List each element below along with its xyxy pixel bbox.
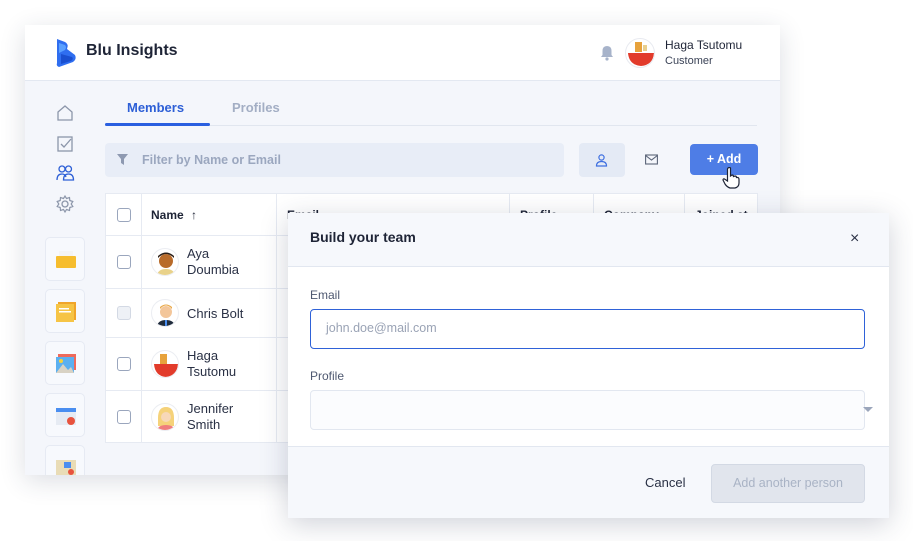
- brand-name: Blu Insights: [86, 42, 178, 59]
- avatar: [151, 350, 179, 378]
- person-icon: [595, 154, 608, 167]
- tab-profiles[interactable]: Profiles: [232, 100, 280, 115]
- mail-icon: [645, 154, 658, 165]
- cancel-button[interactable]: Cancel: [645, 475, 685, 490]
- sort-ascending-icon: ↑: [191, 208, 198, 222]
- bell-icon[interactable]: [600, 45, 614, 61]
- profile-label: Profile: [310, 369, 345, 383]
- avatar: [151, 248, 179, 276]
- row-checkbox[interactable]: [117, 410, 131, 424]
- mail-view-button[interactable]: [629, 143, 675, 177]
- row-checkbox: [117, 306, 131, 320]
- hand-cursor-icon: [722, 167, 740, 189]
- gear-icon[interactable]: [55, 194, 75, 214]
- notes-app-tile[interactable]: [45, 289, 85, 333]
- tab-members[interactable]: Members: [127, 100, 184, 115]
- email-field[interactable]: john.doe@mail.com: [310, 309, 865, 349]
- close-icon[interactable]: ×: [850, 230, 859, 248]
- add-another-person-button[interactable]: Add another person: [711, 464, 865, 503]
- filter-input[interactable]: Filter by Name or Email: [105, 143, 564, 177]
- member-name: Haga Tsutomu: [187, 348, 237, 379]
- users-icon[interactable]: [55, 163, 75, 183]
- row-checkbox[interactable]: [117, 357, 131, 371]
- calendar-app-tile[interactable]: [45, 393, 85, 437]
- avatar: [151, 403, 179, 431]
- modal-title: Build your team: [310, 229, 416, 245]
- calendar-icon: [56, 408, 76, 425]
- modal-footer: Cancel Add another person: [288, 446, 889, 518]
- column-header-name[interactable]: Name ↑: [151, 194, 197, 235]
- filter-placeholder: Filter by Name or Email: [142, 153, 281, 167]
- gallery-icon: [56, 354, 76, 373]
- member-name: Chris Bolt: [187, 306, 244, 321]
- folder-app-tile[interactable]: [45, 237, 85, 281]
- active-tab-indicator: [105, 123, 210, 126]
- user-avatar[interactable]: [625, 38, 655, 68]
- member-name: Aya Doumbia: [187, 246, 240, 277]
- modal-header: Build your team ×: [288, 213, 889, 267]
- build-team-modal: Build your team × Email john.doe@mail.co…: [288, 213, 889, 518]
- member-name: Jennifer Smith: [187, 401, 234, 432]
- row-checkbox[interactable]: [117, 255, 131, 269]
- chevron-down-icon: [863, 407, 873, 412]
- blu-insights-logo-icon: [56, 39, 76, 67]
- filter-icon: [117, 154, 128, 165]
- checkbox-icon[interactable]: [55, 134, 75, 154]
- user-name: Haga Tsutomu: [665, 38, 743, 52]
- sticky-notes-icon: [56, 302, 76, 322]
- avatar: [151, 299, 179, 327]
- folder-icon: [56, 251, 76, 268]
- profile-select[interactable]: [310, 390, 873, 430]
- board-icon: [56, 460, 76, 475]
- email-placeholder: john.doe@mail.com: [326, 321, 437, 335]
- home-icon[interactable]: [55, 103, 75, 123]
- gallery-app-tile[interactable]: [45, 341, 85, 385]
- user-role: Customer: [665, 55, 713, 67]
- person-view-button[interactable]: [579, 143, 625, 177]
- top-bar: Blu Insights Haga Tsutomu Customer: [25, 25, 780, 81]
- select-all-checkbox[interactable]: [117, 208, 131, 222]
- email-label: Email: [310, 288, 341, 302]
- board-app-tile[interactable]: [45, 445, 85, 475]
- tab-bar: Members Profiles: [105, 91, 757, 126]
